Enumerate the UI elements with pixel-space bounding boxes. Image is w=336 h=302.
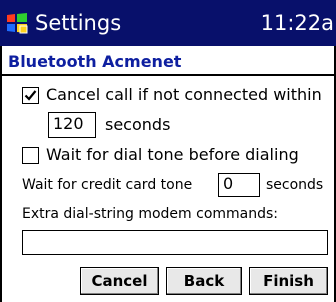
cancel-call-label: Cancel call if not connected within (46, 85, 322, 104)
cancel-call-checkbox[interactable] (22, 87, 39, 104)
wait-dial-tone-label: Wait for dial tone before dialing (46, 145, 299, 164)
credit-card-unit-label: seconds (266, 177, 324, 193)
page-title: Bluetooth Acmenet (8, 52, 182, 71)
extra-commands-input[interactable] (22, 230, 328, 255)
finish-button[interactable]: Finish (249, 267, 328, 295)
cancel-button[interactable]: Cancel (80, 267, 159, 295)
clock[interactable]: 11:22a (261, 10, 334, 36)
left-border (0, 46, 2, 302)
checkmark-icon (24, 90, 37, 101)
back-button[interactable]: Back (166, 267, 242, 295)
credit-card-tone-label: Wait for credit card tone (22, 177, 193, 193)
header-divider (0, 74, 336, 76)
credit-card-tone-input[interactable]: 0 (218, 173, 260, 197)
title-bar: Settings 11:22a (0, 0, 336, 46)
page-header: Bluetooth Acmenet (0, 46, 336, 76)
wait-dial-tone-checkbox[interactable] (22, 147, 39, 164)
extra-commands-label: Extra dial-string modem commands: (22, 206, 279, 222)
timeout-unit-label: seconds (105, 115, 171, 134)
app-title: Settings (35, 11, 122, 35)
windows-flag-icon[interactable] (4, 10, 30, 36)
timeout-seconds-input[interactable]: 120 (48, 112, 96, 138)
